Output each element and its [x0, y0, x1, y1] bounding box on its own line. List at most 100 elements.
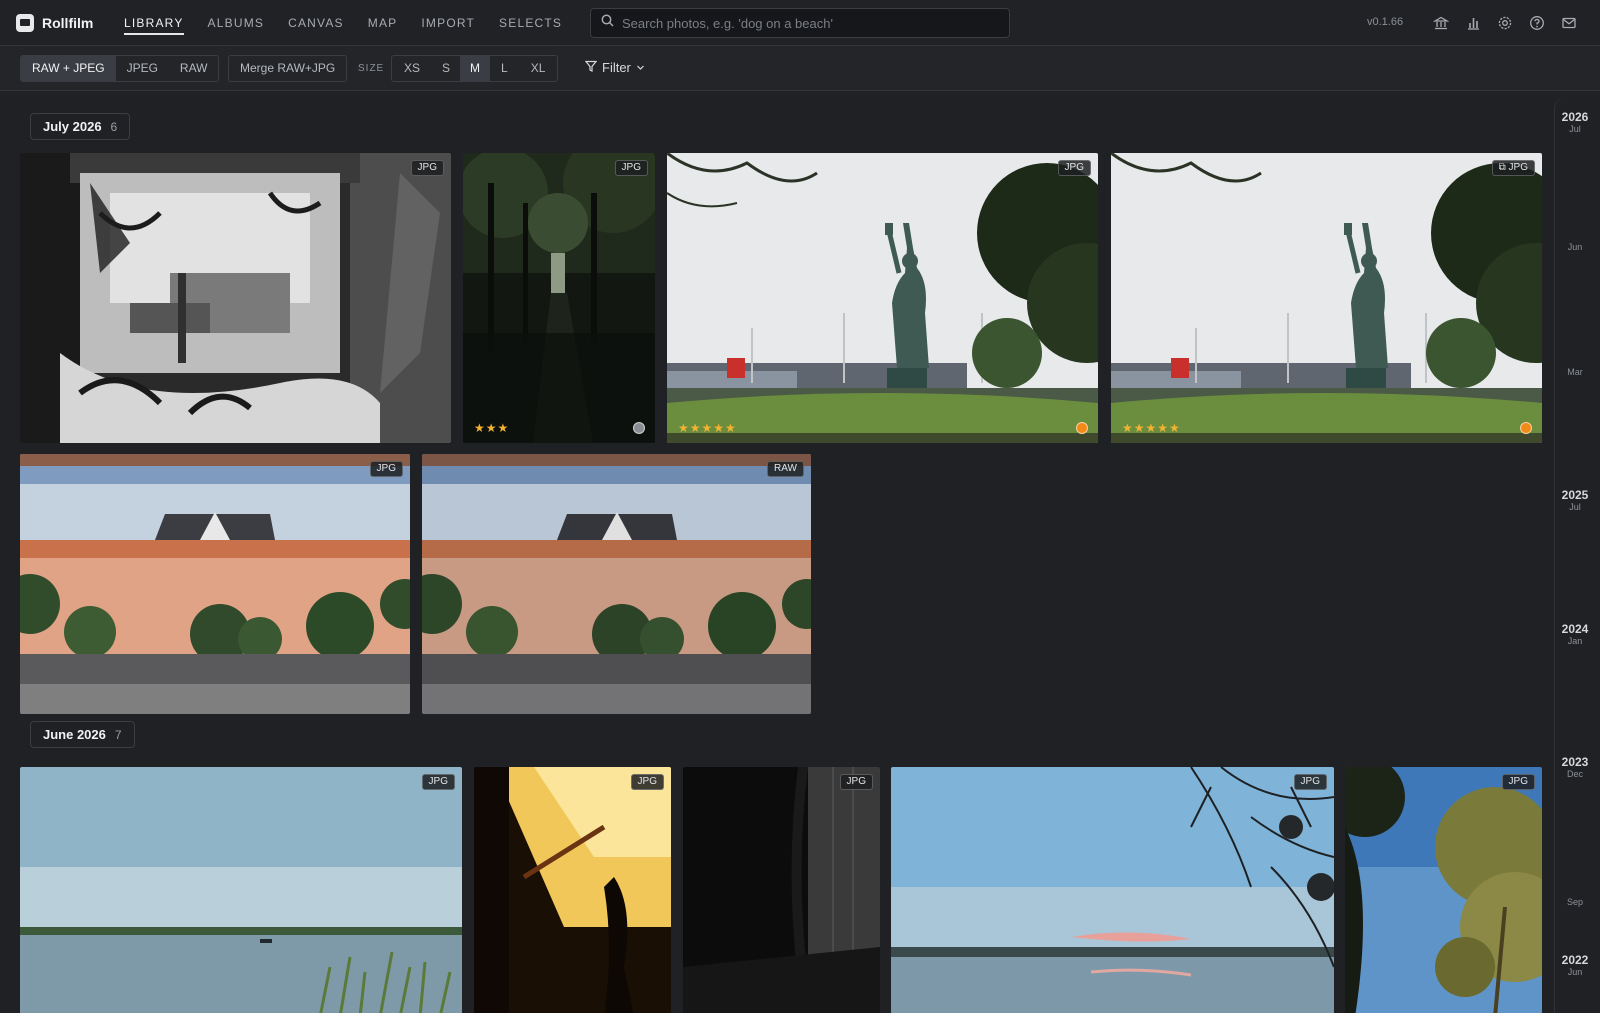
group-header-july-2026[interactable]: July 2026 6 — [30, 113, 131, 140]
file-type-badge: JPG — [839, 774, 873, 790]
file-type-badge: JPG — [421, 774, 455, 790]
timeline-year: 2025 — [1561, 488, 1589, 502]
format-toggle: RAW + JPEG JPEG RAW — [20, 55, 220, 82]
photo-image — [891, 767, 1334, 1013]
bank-icon[interactable] — [1431, 13, 1451, 33]
app-name: Rollfilm — [42, 15, 94, 31]
timeline-entry[interactable]: 2024 Jan — [1555, 622, 1595, 646]
timeline-entry[interactable]: 2023 Dec — [1555, 755, 1595, 779]
nav-map[interactable]: MAP — [368, 0, 398, 46]
photo-tile[interactable]: JPG — [474, 767, 671, 1013]
photo-tile[interactable]: JPG — [683, 767, 880, 1013]
format-raw-jpeg[interactable]: RAW + JPEG — [21, 56, 116, 81]
brand[interactable]: Rollfilm — [16, 13, 93, 33]
photo-tile[interactable]: JPG ★★★ — [463, 153, 655, 443]
timeline-month: Jun — [1567, 242, 1583, 252]
nav-albums[interactable]: ALBUMS — [208, 0, 265, 46]
file-type-badge: JPG — [630, 774, 664, 790]
version-label: v0.1.66 — [1367, 16, 1404, 28]
file-type-badge: JPG — [1501, 774, 1535, 790]
gear-icon[interactable] — [1495, 13, 1515, 33]
photo-image — [20, 454, 410, 714]
nav-canvas[interactable]: CANVAS — [288, 0, 344, 46]
photo-image — [20, 153, 451, 443]
photo-tile[interactable]: JPG ★★★★★ — [667, 153, 1098, 443]
mail-icon[interactable] — [1559, 13, 1579, 33]
star-rating: ★★★★★ — [678, 421, 737, 435]
timeline-year: 2024 — [1561, 622, 1589, 636]
file-type-badge: RAW — [767, 461, 804, 477]
timeline-entry[interactable]: 2026 Jul — [1555, 110, 1595, 134]
file-type-badge: JPG — [369, 461, 403, 477]
timeline-month: Jul — [1569, 124, 1581, 134]
size-label: SIZE — [358, 63, 385, 74]
photo-image — [1345, 767, 1542, 1013]
filter-label: Filter — [602, 60, 631, 75]
file-type-badge: JPG — [1057, 160, 1091, 176]
size-s[interactable]: S — [432, 56, 460, 81]
photo-tile[interactable]: JPG — [20, 153, 451, 443]
photo-tile[interactable]: RAW — [422, 454, 811, 714]
merge-toggle: Merge RAW+JPG — [228, 55, 348, 82]
timeline-month: Jan — [1567, 636, 1583, 646]
help-icon[interactable] — [1527, 13, 1547, 33]
timeline-entry[interactable]: 2022 Jun — [1555, 953, 1595, 977]
timeline-month: Mar — [1567, 367, 1583, 377]
top-icon-group — [1431, 13, 1579, 33]
star-rating: ★★★★★ — [1122, 421, 1181, 435]
main-nav: LIBRARY ALBUMS CANVAS MAP IMPORT SELECTS — [124, 0, 586, 46]
size-m[interactable]: M — [460, 56, 491, 81]
group-title: June 2026 — [43, 727, 106, 742]
photo-tile[interactable]: ⧉ JPG ★★★★★ — [1111, 153, 1542, 443]
size-xl[interactable]: XL — [519, 56, 558, 81]
color-label-orange[interactable] — [1076, 422, 1088, 434]
file-type-badge: JPG — [614, 160, 648, 176]
group-count: 7 — [114, 727, 122, 742]
photo-image — [422, 454, 811, 714]
size-toggle: XS S M L XL — [391, 55, 559, 82]
nav-import[interactable]: IMPORT — [421, 0, 475, 46]
size-xs[interactable]: XS — [392, 56, 432, 81]
merge-raw-jpg-button[interactable]: Merge RAW+JPG — [229, 56, 346, 81]
timeline-entry[interactable]: Jun — [1555, 242, 1595, 252]
timeline-entry[interactable]: Sep — [1555, 897, 1595, 907]
search-icon — [601, 14, 614, 32]
timeline-year: 2023 — [1561, 755, 1589, 769]
photo-tile[interactable]: JPG — [20, 454, 410, 714]
file-type-badge: JPG — [410, 160, 444, 176]
nav-library[interactable]: LIBRARY — [124, 0, 184, 46]
nav-selects[interactable]: SELECTS — [499, 0, 562, 46]
filter-button[interactable]: Filter — [584, 60, 645, 75]
app-logo-icon — [16, 14, 34, 32]
timeline-entry[interactable]: Mar — [1555, 367, 1595, 377]
photo-tile[interactable]: JPG — [891, 767, 1334, 1013]
color-label-gray[interactable] — [633, 422, 645, 434]
photo-image — [463, 153, 655, 443]
timeline-entry[interactable]: 2025 Jul — [1555, 488, 1595, 512]
color-label-orange[interactable] — [1520, 422, 1532, 434]
format-jpeg[interactable]: JPEG — [116, 56, 169, 81]
photo-tile[interactable]: JPG — [20, 767, 462, 1013]
group-header-june-2026[interactable]: June 2026 7 — [30, 721, 135, 748]
group-title: July 2026 — [43, 119, 102, 134]
timeline-year: 2022 — [1561, 953, 1589, 967]
format-raw[interactable]: RAW — [169, 56, 219, 81]
search-input[interactable] — [622, 15, 1002, 31]
photo-tile[interactable]: JPG — [1345, 767, 1542, 1013]
group-count: 6 — [110, 119, 118, 134]
timeline-scrubber[interactable]: 2026 Jul Jun Mar 2025 Jul 2024 Jan 2023 … — [1554, 97, 1594, 1013]
chevron-down-icon — [636, 60, 645, 75]
stats-icon[interactable] — [1463, 13, 1483, 33]
photo-image — [667, 153, 1098, 443]
library-toolbar: RAW + JPEG JPEG RAW Merge RAW+JPG SIZE X… — [0, 46, 1600, 91]
timeline-year: 2026 — [1561, 110, 1589, 124]
size-l[interactable]: L — [490, 56, 519, 81]
file-type-badge: ⧉ JPG — [1491, 160, 1535, 176]
top-bar: Rollfilm LIBRARY ALBUMS CANVAS MAP IMPOR… — [0, 0, 1600, 46]
timeline-month: Jul — [1569, 502, 1581, 512]
photo-image — [1111, 153, 1542, 443]
timeline-month: Jun — [1567, 967, 1583, 977]
search-box[interactable] — [590, 8, 1010, 38]
photo-grid: July 2026 6 JPG JPG ★★★ JPG ★★★★★ ⧉ JPG … — [0, 91, 1548, 1013]
star-rating: ★★★ — [474, 421, 510, 435]
